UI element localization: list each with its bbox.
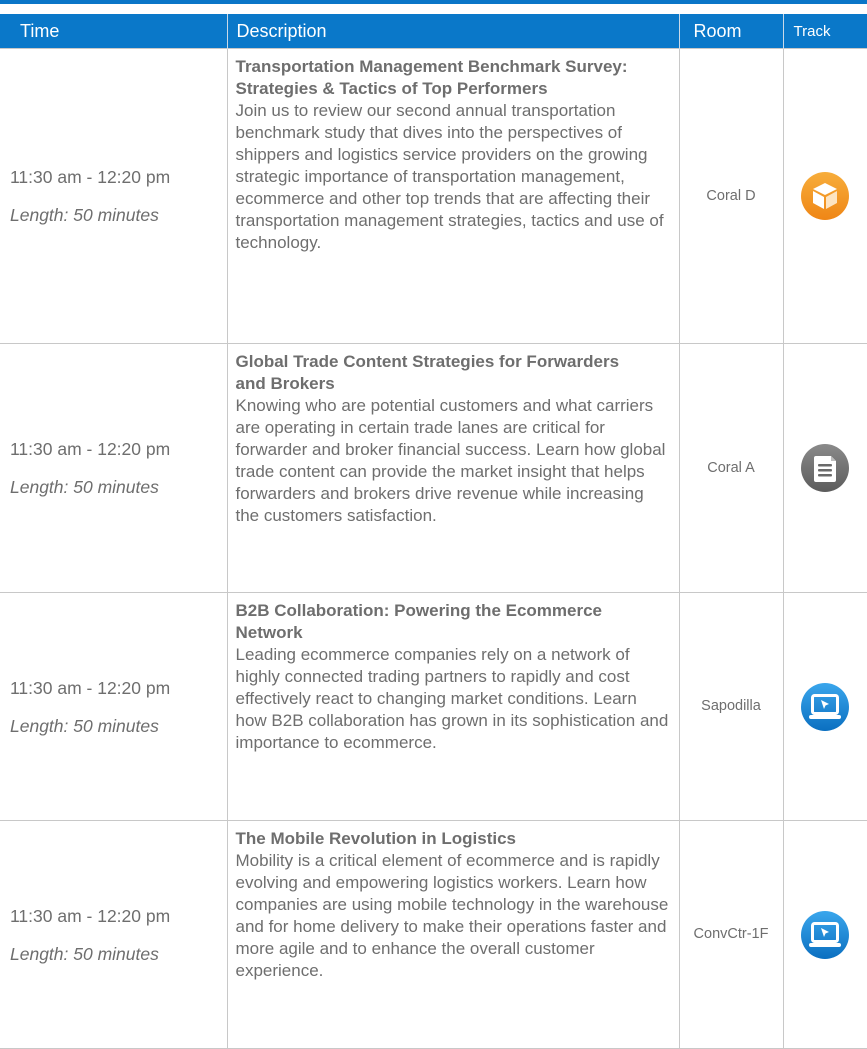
session-room: Sapodilla [678, 592, 784, 821]
session-description: Mobility is a critical element of ecomme… [235, 851, 669, 980]
box-icon [801, 172, 850, 220]
session-length: Length: 50 minutes [10, 205, 159, 225]
track-cell [782, 343, 867, 593]
session-title: The Mobile Revolution in Logistics [235, 829, 517, 848]
description-cell: B2B Collaboration: Powering the Ecommerc… [226, 592, 680, 821]
session-room: ConvCtr-1F [678, 820, 784, 1049]
time-cell: 11:30 am - 12:20 pm Length: 50 minutes [0, 343, 228, 593]
time-cell: 11:30 am - 12:20 pm Length: 50 minutes [0, 592, 228, 821]
description-cell: Transportation Management Benchmark Surv… [226, 48, 680, 344]
session-time: 11:30 am - 12:20 pm [10, 167, 171, 187]
header-room: Room [678, 14, 783, 49]
header-description: Description [226, 14, 679, 49]
document-icon [801, 444, 850, 492]
session-description: Leading ecommerce companies rely on a ne… [235, 645, 669, 752]
time-cell: 11:30 am - 12:20 pm Length: 50 minutes [0, 48, 228, 344]
session-time: 11:30 am - 12:20 pm [10, 905, 171, 926]
session-room: Coral D [678, 48, 784, 344]
header-track: Track [782, 14, 867, 49]
session-length: Length: 50 minutes [10, 715, 159, 736]
table-row: 11:30 am - 12:20 pm Length: 50 minutes G… [0, 343, 867, 593]
laptop-icon [801, 910, 850, 959]
laptop-icon [801, 682, 850, 731]
session-title: B2B Collaboration: Powering the Ecommerc… [235, 601, 603, 642]
track-cell [782, 48, 867, 344]
session-time: 11:30 am - 12:20 pm [10, 677, 171, 698]
session-title: Transportation Management Benchmark Surv… [235, 57, 628, 98]
session-length: Length: 50 minutes [10, 943, 159, 964]
session-room: Coral A [678, 343, 784, 593]
header-row: Time Description Room Track [0, 14, 867, 49]
session-length: Length: 50 minutes [10, 477, 159, 497]
schedule-table: Time Description Room Track 11:30 am - 1… [0, 14, 867, 1049]
session-description: Knowing who are potential customers and … [235, 396, 666, 525]
session-time: 11:30 am - 12:20 pm [10, 439, 171, 459]
top-accent-bar [0, 0, 867, 4]
table-row: 11:30 am - 12:20 pm Length: 50 minutes B… [0, 592, 867, 821]
session-description: Join us to review our second annual tran… [235, 101, 664, 252]
table-row: 11:30 am - 12:20 pm Length: 50 minutes T… [0, 820, 867, 1049]
track-cell [782, 592, 867, 821]
description-cell: Global Trade Content Strategies for Forw… [226, 343, 680, 593]
track-cell [782, 820, 867, 1049]
description-cell: The Mobile Revolution in Logistics Mobil… [226, 820, 680, 1049]
session-title: Global Trade Content Strategies for Forw… [235, 352, 620, 393]
time-cell: 11:30 am - 12:20 pm Length: 50 minutes [0, 820, 228, 1049]
table-row: 11:30 am - 12:20 pm Length: 50 minutes T… [0, 48, 867, 344]
header-time: Time [0, 14, 227, 49]
